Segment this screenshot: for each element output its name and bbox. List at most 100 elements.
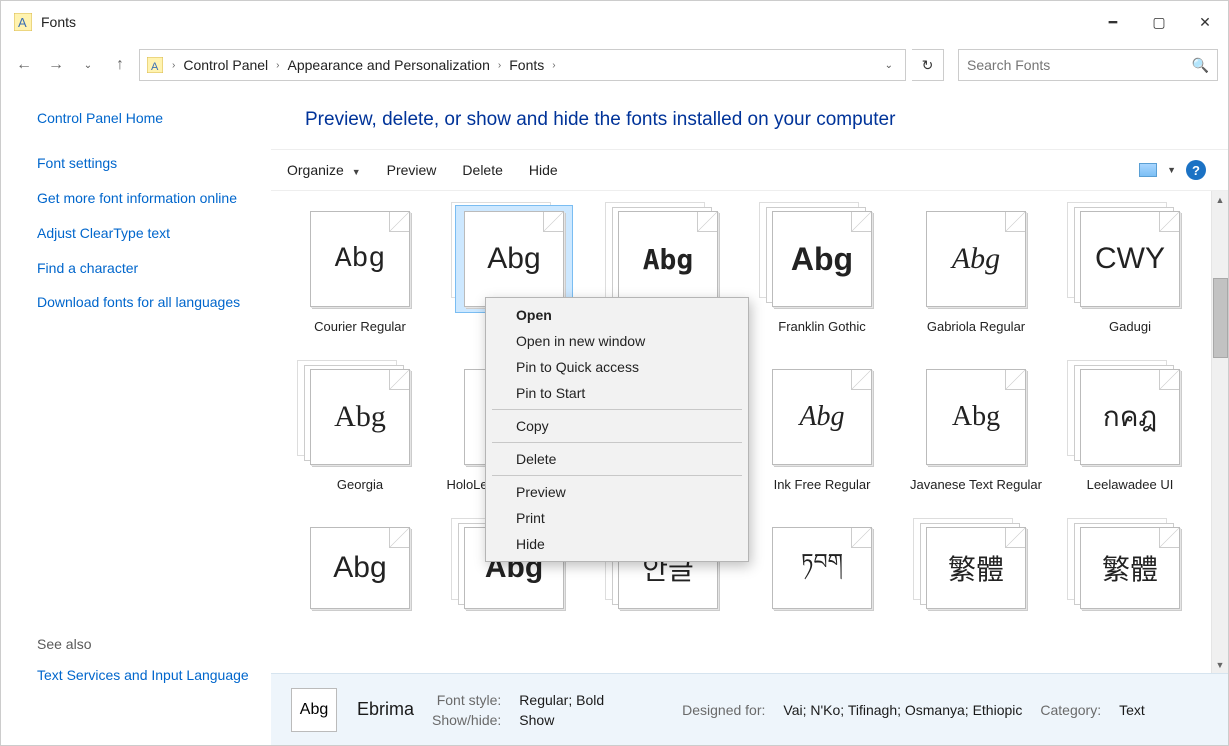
chevron-right-icon: › [168, 60, 179, 71]
toolbar-organize[interactable]: Organize ▼ [283, 158, 365, 182]
font-thumbnail: Abg [464, 211, 564, 307]
fonts-app-icon: A [13, 12, 33, 32]
font-sample-text: Abg [334, 400, 386, 434]
scrollbar-up-icon[interactable]: ▲ [1212, 191, 1228, 208]
font-item[interactable]: กคฎLeelawadee UI [1055, 357, 1205, 511]
help-button[interactable]: ? [1186, 160, 1206, 180]
toolbar-hide[interactable]: Hide [525, 158, 562, 182]
page-heading: Preview, delete, or show and hide the fo… [271, 87, 1228, 149]
font-item[interactable]: AbgInk Free Regular [747, 357, 897, 511]
breadcrumb-dropdown-icon[interactable]: ⌄ [885, 60, 899, 71]
font-label: Gabriola Regular [927, 319, 1025, 335]
font-item[interactable]: 繁體 [901, 515, 1051, 615]
search-icon[interactable]: 🔍 [1192, 57, 1209, 74]
view-options-button[interactable] [1139, 163, 1157, 177]
details-value-showhide: Show [519, 712, 604, 728]
sidebar-link-cleartype[interactable]: Adjust ClearType text [37, 224, 253, 243]
window-title: Fonts [41, 14, 76, 30]
back-button[interactable]: ← [11, 52, 37, 78]
font-sample-text: Abg [643, 243, 694, 276]
window-controls: ━ ▢ ✕ [1090, 6, 1228, 38]
breadcrumb-control-panel[interactable]: Control Panel [183, 57, 268, 73]
search-input[interactable] [967, 57, 1192, 73]
font-sample-text: Abg [487, 242, 540, 276]
font-sample-text: Abg [335, 244, 385, 275]
fonts-folder-icon: A [146, 56, 164, 74]
font-item[interactable]: CWY Gadugi [1055, 199, 1205, 353]
minimize-button[interactable]: ━ [1090, 6, 1136, 38]
font-thumbnail: Abg [618, 211, 718, 307]
font-item[interactable]: 繁體 [1055, 515, 1205, 615]
font-thumbnail: Abg [310, 211, 410, 307]
font-item[interactable]: ཏབག [747, 515, 897, 615]
breadcrumb[interactable]: A › Control Panel › Appearance and Perso… [139, 49, 906, 81]
context-menu-pin-qa[interactable]: Pin to Quick access [488, 354, 746, 380]
scrollbar-down-icon[interactable]: ▼ [1212, 656, 1228, 673]
context-menu-open-new[interactable]: Open in new window [488, 328, 746, 354]
font-thumbnail: 繁體 [926, 527, 1026, 609]
context-menu-pin-start[interactable]: Pin to Start [488, 380, 746, 406]
context-menu-separator [492, 409, 742, 410]
details-value-designedfor: Vai; N'Ko; Tifinagh; Osmanya; Ethiopic [783, 702, 1022, 718]
context-menu-separator [492, 442, 742, 443]
context-menu-print[interactable]: Print [488, 505, 746, 531]
font-thumbnail: ཏབག [772, 527, 872, 609]
font-item[interactable]: Abg [285, 515, 435, 615]
font-grid-container: AbgCourier RegularAbgAbgAbgFranklin Goth… [271, 191, 1228, 673]
breadcrumb-fonts[interactable]: Fonts [509, 57, 544, 73]
sidebar-home[interactable]: Control Panel Home [37, 109, 253, 128]
font-label: Leelawadee UI [1087, 477, 1174, 493]
font-sample-text: CWY [1095, 242, 1165, 276]
font-thumbnail: Abg [772, 211, 872, 307]
font-item[interactable]: AbgGeorgia [285, 357, 435, 511]
refresh-button[interactable]: ↻ [912, 49, 944, 81]
view-dropdown-icon[interactable]: ▼ [1167, 165, 1176, 175]
recent-locations-dropdown[interactable]: ⌄ [75, 52, 101, 78]
context-menu-open[interactable]: Open [488, 302, 746, 328]
font-thumbnail: 繁體 [1080, 527, 1180, 609]
font-item[interactable]: AbgFranklin Gothic [747, 199, 897, 353]
toolbar-preview[interactable]: Preview [383, 158, 441, 182]
svg-text:A: A [151, 61, 159, 73]
vertical-scrollbar[interactable]: ▲ ▼ [1211, 191, 1228, 673]
font-sample-text: Abg [952, 401, 1000, 433]
chevron-right-icon: › [272, 60, 283, 71]
context-menu-hide[interactable]: Hide [488, 531, 746, 557]
font-item[interactable]: AbgCourier Regular [285, 199, 435, 353]
breadcrumb-appearance[interactable]: Appearance and Personalization [288, 57, 490, 73]
navigation-row: ← → ⌄ ↑ A › Control Panel › Appearance a… [1, 43, 1228, 87]
context-menu-delete[interactable]: Delete [488, 446, 746, 472]
toolbar-delete[interactable]: Delete [458, 158, 506, 182]
chevron-right-icon: › [494, 60, 505, 71]
sidebar-link-font-settings[interactable]: Font settings [37, 154, 253, 173]
chevron-right-icon: › [548, 60, 559, 71]
forward-button[interactable]: → [43, 52, 69, 78]
font-label: Ink Free Regular [774, 477, 871, 493]
context-menu: Open Open in new window Pin to Quick acc… [485, 297, 749, 562]
sidebar-link-more-info[interactable]: Get more font information online [37, 189, 253, 208]
sidebar-see-also-link[interactable]: Text Services and Input Language [37, 666, 253, 685]
font-label: Gadugi [1109, 319, 1151, 335]
font-thumbnail: Abg [926, 211, 1026, 307]
sidebar-link-find-char[interactable]: Find a character [37, 259, 253, 278]
details-value-fontstyle: Regular; Bold [519, 692, 604, 708]
details-thumbnail: Abg [291, 688, 337, 732]
font-thumbnail: Abg [926, 369, 1026, 465]
font-item[interactable]: Abg Gabriola Regular [901, 199, 1051, 353]
maximize-button[interactable]: ▢ [1136, 6, 1182, 38]
font-sample-text: 繁體 [948, 548, 1004, 588]
close-button[interactable]: ✕ [1182, 6, 1228, 38]
font-sample-text: 繁體 [1102, 548, 1158, 588]
sidebar-link-download[interactable]: Download fonts for all languages [37, 293, 253, 312]
context-menu-preview[interactable]: Preview [488, 479, 746, 505]
context-menu-copy[interactable]: Copy [488, 413, 746, 439]
font-sample-text: Abg [791, 241, 853, 278]
font-sample-text: ཏབག [801, 537, 843, 599]
font-item[interactable]: AbgJavanese Text Regular [901, 357, 1051, 511]
details-value-category: Text [1119, 702, 1145, 718]
svg-text:A: A [18, 15, 27, 30]
scrollbar-thumb[interactable] [1213, 278, 1228, 358]
context-menu-separator [492, 475, 742, 476]
search-box[interactable]: 🔍 [958, 49, 1218, 81]
up-button[interactable]: ↑ [107, 52, 133, 78]
